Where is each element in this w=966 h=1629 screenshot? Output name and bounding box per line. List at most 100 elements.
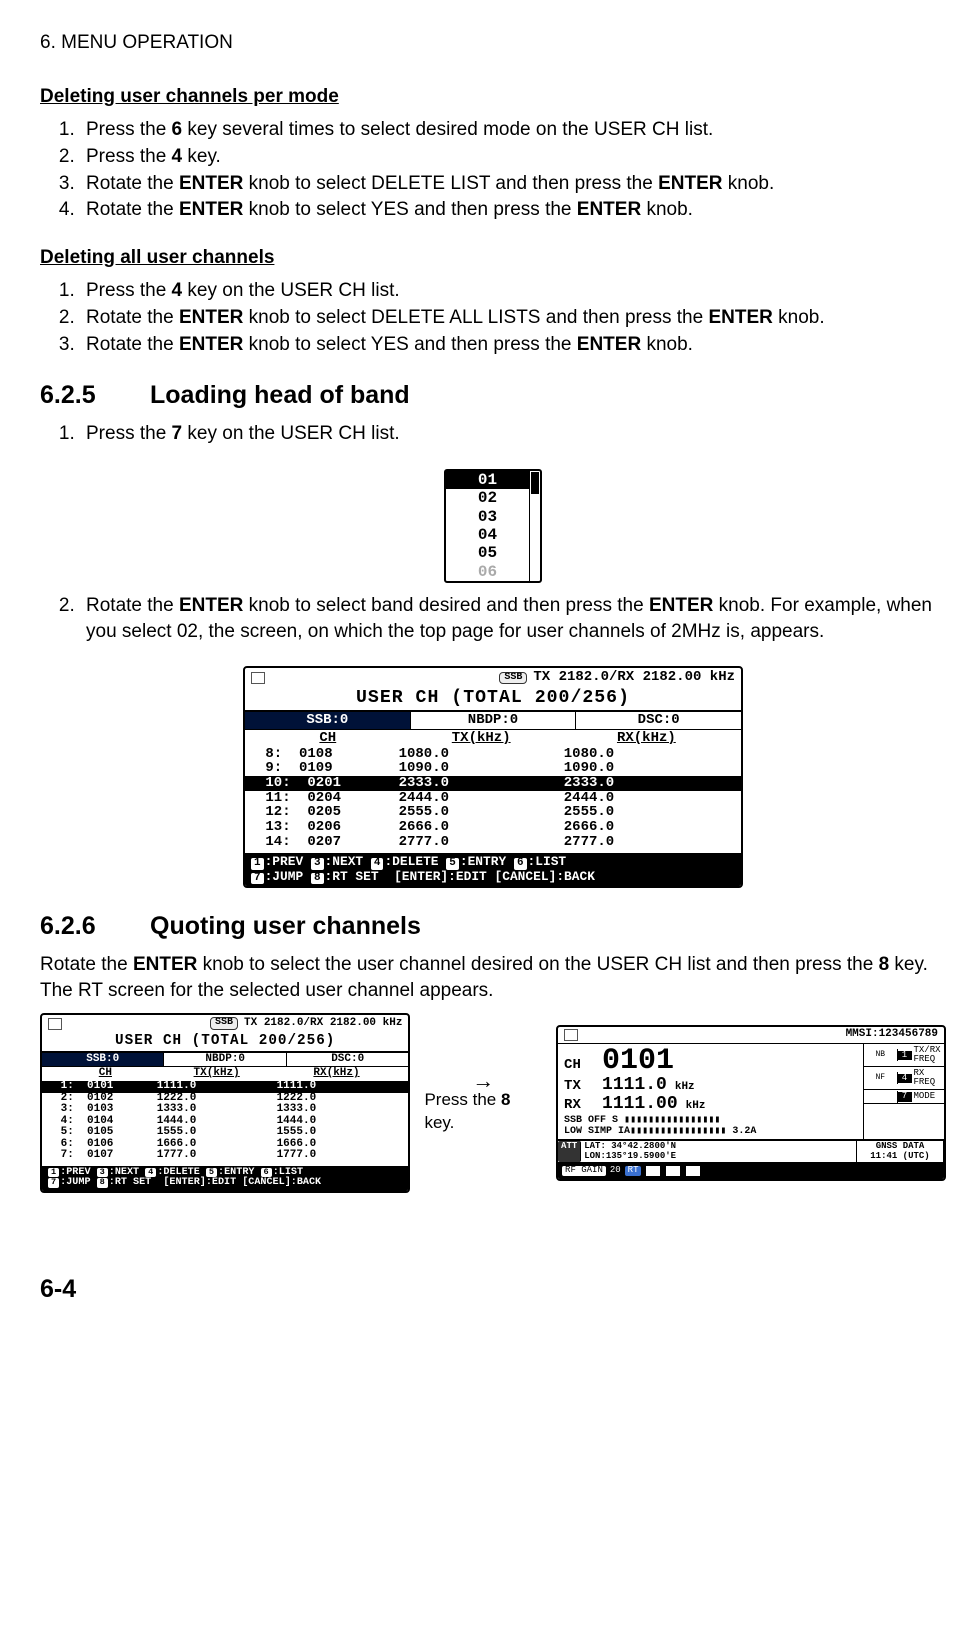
band-item[interactable]: 03 bbox=[446, 508, 529, 526]
band-item[interactable]: 06 bbox=[446, 563, 529, 581]
quote-row: SSB TX 2182.0/RX 2182.00 kHz USER CH (TO… bbox=[40, 1013, 946, 1193]
lcd-user-ch-main: SSB TX 2182.0/RX 2182.00 kHz USER CH (TO… bbox=[243, 666, 743, 888]
col-rx: RX(kHz) bbox=[564, 731, 729, 746]
mode-tabs: SSB:0NBDP:0DSC:0 bbox=[245, 712, 741, 730]
channel-row[interactable]: 11: 02042444.02444.0 bbox=[245, 791, 741, 806]
channel-row[interactable]: 14: 02072777.02777.0 bbox=[245, 835, 741, 850]
side-button[interactable]: 7MODE bbox=[864, 1090, 944, 1104]
channel-row[interactable]: 3: 01031333.01333.0 bbox=[42, 1104, 408, 1116]
arrow-annotation: → Press the 8 key. bbox=[424, 1072, 542, 1135]
section-625-title: 6.2.5Loading head of band bbox=[40, 379, 946, 413]
channel-row[interactable]: 1: 01011111.01111.0 bbox=[42, 1081, 408, 1093]
band-list-popup: 010203040506 bbox=[444, 469, 542, 583]
mode-badge: SSB bbox=[499, 672, 527, 685]
lcd-footer: 1:PREV 3:NEXT 4:DELETE 5:ENTRY 6:LIST 7:… bbox=[42, 1166, 408, 1191]
section-num: 6.2.5 bbox=[40, 379, 150, 413]
step: Press the 6 key several times to select … bbox=[80, 117, 946, 143]
side-button[interactable]: NF4RXFREQ bbox=[864, 1067, 944, 1090]
col-tx: TX(kHz) bbox=[399, 731, 564, 746]
band-item[interactable]: 05 bbox=[446, 544, 529, 562]
att-badge: ATT bbox=[558, 1141, 581, 1162]
ch-value: 0101 bbox=[602, 1046, 674, 1076]
mode-tab[interactable]: SSB:0 bbox=[245, 712, 411, 729]
rfgain-value: 20 bbox=[610, 1166, 621, 1175]
alert-icon bbox=[705, 1165, 721, 1177]
steps-per-mode: Press the 6 key several times to select … bbox=[40, 117, 946, 223]
speaker-icon bbox=[564, 1029, 578, 1041]
steps-625: Press the 7 key on the USER CH list. bbox=[40, 421, 946, 447]
unit: kHz bbox=[686, 1101, 706, 1113]
steps-all: Press the 4 key on the USER CH list.Rota… bbox=[40, 278, 946, 357]
lcd-title: USER CH (TOTAL 200/256) bbox=[42, 1032, 408, 1053]
step: Rotate the ENTER knob to select YES and … bbox=[80, 332, 946, 358]
footer-hint: [ENTER]:EDIT [CANCEL]:BACK bbox=[163, 1177, 321, 1188]
step: Press the 4 key on the USER CH list. bbox=[80, 278, 946, 304]
footer-hint: [ENTER]:EDIT [CANCEL]:BACK bbox=[394, 869, 595, 884]
arrow-icon: → bbox=[472, 1072, 494, 1090]
step-625-2: Rotate the ENTER knob to select band des… bbox=[80, 593, 946, 644]
mode-badge: SSB bbox=[210, 1017, 238, 1030]
rx-value: 1111.00 bbox=[602, 1095, 678, 1114]
scrollbar[interactable] bbox=[529, 471, 540, 581]
mode-tab[interactable]: SSB:0 bbox=[42, 1053, 164, 1067]
lon: LON:135°19.5900'E bbox=[584, 1151, 676, 1161]
col-ch: CH bbox=[257, 731, 399, 746]
section-text: Loading head of band bbox=[150, 381, 410, 409]
section-title-all: Deleting all user channels bbox=[40, 245, 946, 271]
section-text: Quoting user channels bbox=[150, 912, 421, 940]
channel-row[interactable]: 9: 01091090.01090.0 bbox=[245, 761, 741, 776]
lcd-footer: 1:PREV 3:NEXT 4:DELETE 5:ENTRY 6:LIST 7:… bbox=[245, 853, 741, 886]
unit: kHz bbox=[675, 1082, 695, 1094]
column-headers: CH TX(kHz) RX(kHz) bbox=[42, 1067, 408, 1081]
mode-tab[interactable]: DSC:0 bbox=[287, 1053, 408, 1067]
lcd-user-ch-small: SSB TX 2182.0/RX 2182.00 kHz USER CH (TO… bbox=[40, 1013, 410, 1193]
channel-row[interactable]: 10: 02012333.02333.0 bbox=[245, 776, 741, 791]
section-626-intro: Rotate the ENTER knob to select the user… bbox=[40, 952, 946, 1003]
step-625-1: Press the 7 key on the USER CH list. bbox=[80, 421, 946, 447]
mode-tab[interactable]: NBDP:0 bbox=[164, 1053, 286, 1067]
side-button[interactable]: NB1TX/RXFREQ bbox=[864, 1044, 944, 1067]
side-buttons: NB1TX/RXFREQNF4RXFREQ 7MODE bbox=[863, 1044, 944, 1139]
envelope-icon bbox=[645, 1165, 661, 1177]
mode-tabs: SSB:0NBDP:0DSC:0 bbox=[42, 1053, 408, 1068]
page-number: 6-4 bbox=[40, 1273, 946, 1307]
band-item[interactable]: 04 bbox=[446, 526, 529, 544]
col-rx: RX(kHz) bbox=[277, 1068, 397, 1080]
rt-badge: RT bbox=[625, 1166, 642, 1175]
col-ch: CH bbox=[54, 1068, 157, 1080]
chapter-header: 6. MENU OPERATION bbox=[40, 30, 946, 56]
channel-row[interactable]: 8: 01081080.01080.0 bbox=[245, 747, 741, 762]
mmsi: MMSI:123456789 bbox=[846, 1029, 938, 1041]
step: Rotate the ENTER knob to select DELETE A… bbox=[80, 305, 946, 331]
freq-status: TX 2182.0/RX 2182.00 kHz bbox=[244, 1018, 402, 1030]
band-item[interactable]: 02 bbox=[446, 489, 529, 507]
tx-label: TX bbox=[564, 1079, 594, 1094]
col-tx: TX(kHz) bbox=[157, 1068, 277, 1080]
mode-tab[interactable]: DSC:0 bbox=[576, 712, 741, 729]
time: 11:41 (UTC) bbox=[870, 1151, 929, 1161]
column-headers: CH TX(kHz) RX(kHz) bbox=[245, 730, 741, 747]
section-626-title: 6.2.6Quoting user channels bbox=[40, 910, 946, 944]
channel-row[interactable]: 7: 01071777.01777.0 bbox=[42, 1150, 408, 1162]
status-line-2: LOW SIMP IA▮▮▮▮▮▮▮▮▮▮▮▮▮▮▮▮ 3.2A bbox=[564, 1127, 857, 1138]
step: Rotate the ENTER knob to select YES and … bbox=[80, 197, 946, 223]
section-num: 6.2.6 bbox=[40, 910, 150, 944]
band-item[interactable]: 01 bbox=[446, 471, 529, 489]
rx-label: RX bbox=[564, 1098, 594, 1113]
speaker-icon bbox=[251, 672, 265, 684]
ch-label: CH bbox=[564, 1058, 594, 1073]
envelope-icon bbox=[665, 1165, 681, 1177]
step: Press the 4 key. bbox=[80, 144, 946, 170]
freq-status: TX 2182.0/RX 2182.00 kHz bbox=[533, 670, 735, 685]
speaker-icon bbox=[48, 1018, 62, 1030]
mode-tab[interactable]: NBDP:0 bbox=[411, 712, 577, 729]
tx-value: 1111.0 bbox=[602, 1076, 667, 1095]
step: Rotate the ENTER knob to select DELETE L… bbox=[80, 171, 946, 197]
rt-screen: MMSI:123456789 CH 0101 TX 1111.0 kHz RX 1111… bbox=[556, 1025, 946, 1181]
steps-625b: Rotate the ENTER knob to select band des… bbox=[40, 593, 946, 644]
envelope-icon bbox=[685, 1165, 701, 1177]
section-title-per-mode: Deleting user channels per mode bbox=[40, 84, 946, 110]
channel-row[interactable]: 12: 02052555.02555.0 bbox=[245, 805, 741, 820]
channel-row[interactable]: 13: 02062666.02666.0 bbox=[245, 820, 741, 835]
scrollbar-thumb[interactable] bbox=[531, 472, 539, 494]
